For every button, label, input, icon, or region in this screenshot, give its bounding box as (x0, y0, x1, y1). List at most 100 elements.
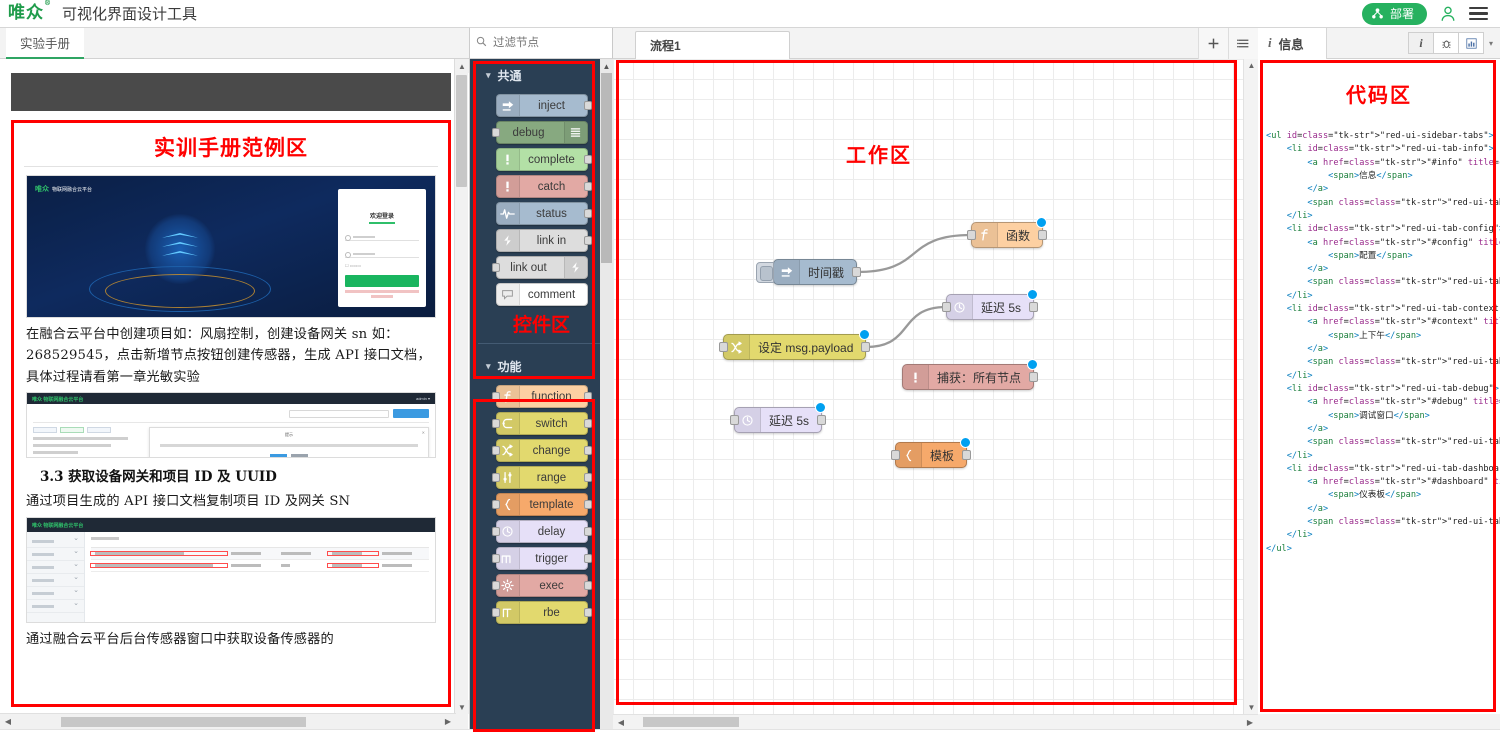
scroll-left-arrow-icon[interactable]: ◀ (0, 717, 16, 726)
palette-category-function[interactable]: ▾ 功能 (470, 350, 613, 381)
palette-node-comment[interactable]: comment (495, 283, 588, 306)
palette-node-complete[interactable]: complete (495, 148, 592, 171)
node-input-port[interactable] (891, 450, 900, 460)
flow-canvas[interactable]: 时间戳 函数 延迟 5s 设定 msg.payload 捕获：所有节点 延迟 5s 模板 工… (613, 59, 1243, 714)
flow-node-1[interactable]: 函数 (967, 217, 1048, 248)
node-output-port[interactable] (583, 209, 592, 218)
node-output-port[interactable] (583, 473, 592, 482)
app-header: 唯众® 可视化界面设计工具 部署 (0, 0, 1500, 28)
flow-node-3[interactable]: 设定 msg.payload (719, 329, 871, 360)
scroll-right-arrow-icon[interactable]: ▶ (1242, 718, 1258, 727)
node-output-port[interactable] (962, 450, 972, 460)
palette-node-switch[interactable]: switch (491, 412, 592, 435)
scroll-down-arrow-icon[interactable]: ▼ (455, 700, 469, 714)
node-output-port[interactable] (583, 554, 592, 563)
sidebar-tab-info[interactable]: i 信息 (1258, 27, 1327, 59)
node-output-port[interactable] (852, 267, 862, 277)
flow-node-6[interactable]: 模板 (891, 437, 972, 468)
flow-tab-1[interactable]: 流程1 (635, 31, 790, 59)
add-flow-tab-button[interactable] (1198, 28, 1228, 59)
palette-node-debug[interactable]: debug (491, 121, 588, 144)
node-output-port[interactable] (861, 342, 871, 352)
scroll-left-arrow-icon[interactable]: ◀ (613, 718, 629, 727)
node-input-port[interactable] (491, 419, 500, 428)
table-row (90, 560, 429, 572)
palette-node-delay[interactable]: delay (491, 520, 592, 543)
palette-node-inject[interactable]: inject (495, 94, 592, 117)
node-output-port[interactable] (817, 415, 827, 425)
scroll-up-arrow-icon[interactable]: ▲ (455, 59, 469, 73)
node-output-port[interactable] (583, 419, 592, 428)
list-flow-tabs-button[interactable] (1228, 28, 1258, 59)
flow-node-4[interactable]: 捕获：所有节点 (902, 359, 1039, 390)
palette-category-common[interactable]: ▾ 共通 (470, 59, 613, 90)
palette-node-link-in[interactable]: link in (495, 229, 592, 252)
palette-filter-input[interactable] (491, 36, 601, 50)
node-input-port[interactable] (491, 128, 500, 137)
flow-vertical-scrollbar[interactable]: ▼ ▲ (1243, 59, 1258, 714)
manual-hscroll-thumb[interactable] (61, 716, 306, 727)
chevron-down-icon[interactable]: ▾ (1484, 39, 1498, 48)
node-output-port[interactable] (1038, 230, 1048, 240)
node-input-port[interactable] (491, 392, 500, 401)
flow-horizontal-scrollbar[interactable]: ◀ ▶ (613, 714, 1258, 729)
scroll-down-arrow-icon[interactable]: ▼ (1244, 703, 1258, 712)
node-input-port[interactable] (719, 342, 728, 352)
node-input-port[interactable] (730, 415, 739, 425)
node-output-port[interactable] (583, 236, 592, 245)
node-input-port[interactable] (491, 446, 500, 455)
sidebar-button-info[interactable]: i (1408, 32, 1434, 54)
flow-hscroll-thumb[interactable] (643, 717, 739, 727)
node-output-port[interactable] (583, 500, 592, 509)
node-output-port[interactable] (583, 446, 592, 455)
node-output-port[interactable] (583, 101, 592, 110)
node-output-port[interactable] (1029, 302, 1039, 312)
palette-node-rbe[interactable]: rbe (491, 601, 592, 624)
node-output-port[interactable] (583, 155, 592, 164)
inject-trigger-button[interactable] (756, 262, 774, 283)
flow-hscroll-track[interactable] (629, 714, 1242, 730)
scroll-right-arrow-icon[interactable]: ▶ (440, 717, 456, 726)
scroll-up-arrow-icon[interactable]: ▲ (600, 59, 613, 73)
flow-node-0[interactable]: 时间戳 (756, 259, 862, 285)
scroll-up-arrow-icon[interactable]: ▲ (1244, 61, 1258, 70)
node-output-port[interactable] (583, 392, 592, 401)
palette-node-trigger[interactable]: trigger (491, 547, 592, 570)
node-output-port[interactable] (583, 608, 592, 617)
palette-node-link-out[interactable]: link out (491, 256, 588, 279)
node-input-port[interactable] (491, 527, 500, 536)
flow-node-2[interactable]: 延迟 5s (942, 289, 1039, 320)
manual-hscroll-track[interactable] (16, 714, 440, 730)
user-icon[interactable] (1439, 5, 1457, 23)
node-output-port[interactable] (583, 527, 592, 536)
sidebar-button-debug[interactable] (1433, 32, 1459, 54)
node-input-port[interactable] (491, 500, 500, 509)
palette-node-change[interactable]: change (491, 439, 592, 462)
palette-scroll-thumb[interactable] (601, 73, 612, 263)
node-input-port[interactable] (942, 302, 951, 312)
palette-node-exec[interactable]: exec (491, 574, 592, 597)
sidebar-button-dashboard[interactable] (1458, 32, 1484, 54)
manual-scroll-thumb[interactable] (456, 75, 467, 187)
flow-node-5[interactable]: 延迟 5s (730, 402, 827, 433)
tab-experiment-manual[interactable]: 实验手册 (6, 28, 85, 59)
palette-node-function[interactable]: function (491, 385, 592, 408)
node-input-port[interactable] (491, 608, 500, 617)
palette-node-range[interactable]: range (491, 466, 592, 489)
node-input-port[interactable] (491, 473, 500, 482)
palette-node-template[interactable]: template (491, 493, 592, 516)
palette-scrollbar[interactable]: ▲ ▼ (600, 59, 613, 738)
manual-vertical-scrollbar[interactable]: ▲ ▼ (454, 59, 469, 738)
node-input-port[interactable] (491, 263, 500, 272)
node-output-port[interactable] (583, 182, 592, 191)
palette-node-catch[interactable]: catch (495, 175, 592, 198)
deploy-button[interactable]: 部署 (1361, 2, 1427, 25)
node-input-port[interactable] (491, 581, 500, 590)
palette-node-status[interactable]: status (495, 202, 592, 225)
node-input-port[interactable] (491, 554, 500, 563)
node-output-port[interactable] (583, 581, 592, 590)
node-input-port[interactable] (967, 230, 976, 240)
manual-horizontal-scrollbar[interactable]: ◀ ▶ (0, 713, 456, 729)
hamburger-menu-icon[interactable] (1469, 6, 1488, 21)
node-output-port[interactable] (1029, 372, 1039, 382)
